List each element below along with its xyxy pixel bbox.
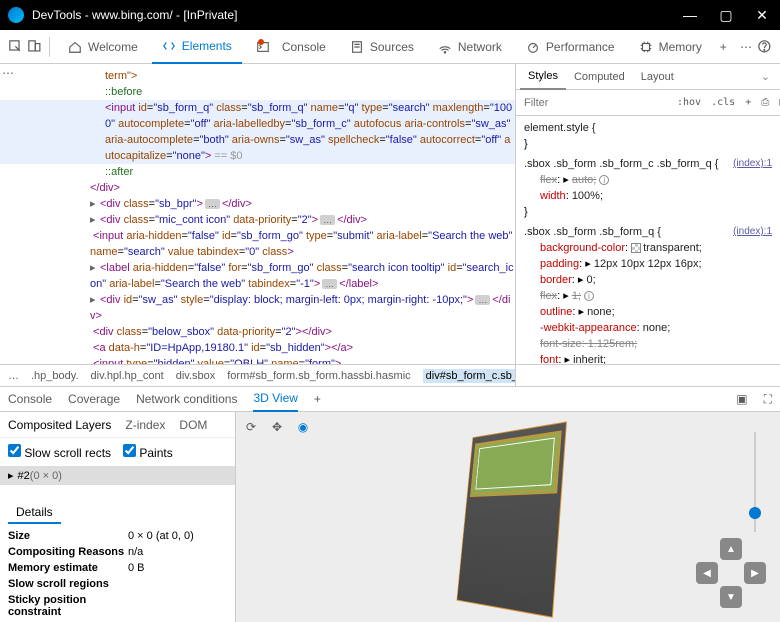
print-icon[interactable]: ⎙ bbox=[758, 95, 772, 110]
layers-panel: Composited Layers Z-index DOM Slow scrol… bbox=[0, 412, 236, 622]
tab-dom[interactable]: DOM bbox=[179, 418, 207, 432]
3d-nav: ▲ ◀ ▶ ▼ bbox=[696, 538, 766, 608]
help-icon[interactable] bbox=[757, 35, 772, 59]
3d-layers bbox=[456, 421, 566, 618]
dom-node[interactable]: ▸<div class="sb_bpr">…</div> bbox=[0, 196, 515, 212]
drawer-tab-console[interactable]: Console bbox=[8, 392, 52, 406]
minimize-button[interactable]: — bbox=[680, 7, 700, 24]
styles-filter-input[interactable] bbox=[520, 95, 670, 111]
tab-elements[interactable]: Elements bbox=[152, 30, 242, 64]
add-drawer-tab-icon[interactable]: + bbox=[314, 392, 321, 406]
tab-sources[interactable]: Sources bbox=[340, 30, 424, 64]
dom-pseudo-before[interactable]: ::before bbox=[0, 84, 515, 100]
cls-button[interactable]: .cls bbox=[708, 95, 738, 110]
dom-node[interactable]: <a data-h="ID=HpApp,19180.1" id="sb_hidd… bbox=[0, 340, 515, 356]
source-link[interactable]: (index):1 bbox=[733, 156, 772, 172]
nav-left-button[interactable]: ◀ bbox=[696, 562, 718, 584]
tab-welcome[interactable]: Welcome bbox=[58, 30, 148, 64]
tab-styles[interactable]: Styles bbox=[520, 64, 566, 90]
titlebar: DevTools - www.bing.com/ - [InPrivate] —… bbox=[0, 0, 780, 30]
dom-node[interactable]: </div> bbox=[0, 180, 515, 196]
add-tab-icon[interactable]: + bbox=[716, 35, 731, 59]
more-icon[interactable]: ⋯ bbox=[739, 35, 754, 59]
nav-down-button[interactable]: ▼ bbox=[720, 586, 742, 608]
new-rule-icon[interactable]: + bbox=[742, 95, 754, 110]
window-title: DevTools - www.bing.com/ - [InPrivate] bbox=[32, 8, 680, 22]
tab-zindex[interactable]: Z-index bbox=[125, 418, 165, 432]
tab-performance[interactable]: Performance bbox=[516, 30, 625, 64]
dom-node[interactable]: <div class="below_sbox" data-priority="2… bbox=[0, 324, 515, 340]
tab-computed[interactable]: Computed bbox=[566, 64, 633, 90]
dom-node[interactable]: term"> bbox=[0, 68, 515, 84]
dom-node[interactable]: <input type="hidden" value="QBLH" name="… bbox=[0, 356, 515, 364]
panel-icon[interactable]: ▣ bbox=[776, 95, 780, 110]
drawer-tab-3dview[interactable]: 3D View bbox=[253, 386, 297, 412]
rotate-icon[interactable]: ◉ bbox=[294, 418, 312, 436]
nav-right-button[interactable]: ▶ bbox=[744, 562, 766, 584]
tab-console[interactable]: Console bbox=[246, 30, 336, 64]
pan-icon[interactable]: ✥ bbox=[268, 418, 286, 436]
check-paints[interactable]: Paints bbox=[123, 444, 173, 460]
maximize-button[interactable]: ▢ bbox=[716, 7, 736, 24]
details-table: Size0 × 0 (at 0, 0) Compositing Reasonsn… bbox=[0, 526, 235, 622]
chevron-down-icon[interactable]: ⌄ bbox=[755, 70, 776, 83]
drawer-tab-coverage[interactable]: Coverage bbox=[68, 392, 120, 406]
3d-viewport[interactable]: ⟳ ✥ ◉ ▲ ◀ ▶ ▼ bbox=[236, 412, 780, 622]
layer-item[interactable]: ▸#2(0 × 0) bbox=[0, 466, 235, 485]
reload-icon[interactable]: ⟳ bbox=[242, 418, 260, 436]
dom-node[interactable]: ▸<div id="sw_as" style="display: block; … bbox=[0, 292, 515, 324]
dom-node[interactable]: <input aria-hidden="false" id="sb_form_g… bbox=[0, 228, 515, 260]
main-toolbar: Welcome Elements Console Sources Network… bbox=[0, 30, 780, 64]
dom-node[interactable]: ▸<div class="mic_cont icon" data-priorit… bbox=[0, 212, 515, 228]
dom-breadcrumb[interactable]: … .hp_body. div.hpl.hp_cont div.sbox for… bbox=[0, 364, 516, 386]
css-rules[interactable]: element.style {} (index):1 .sbox .sb_for… bbox=[516, 116, 780, 364]
dom-pseudo-after[interactable]: ::after bbox=[0, 164, 515, 180]
tab-layout[interactable]: Layout bbox=[633, 64, 682, 90]
check-slow-scroll[interactable]: Slow scroll rects bbox=[8, 444, 111, 460]
edge-icon bbox=[8, 7, 24, 23]
nav-up-button[interactable]: ▲ bbox=[720, 538, 742, 560]
expand-icon[interactable]: ⛶ bbox=[764, 392, 772, 407]
dom-tree[interactable]: term"> ::before <input id="sb_form_q" cl… bbox=[0, 64, 516, 364]
zoom-slider[interactable] bbox=[754, 432, 756, 532]
dom-node-selected[interactable]: <input id="sb_form_q" class="sb_form_q" … bbox=[0, 100, 515, 164]
tab-composited-layers[interactable]: Composited Layers bbox=[8, 418, 111, 432]
hov-button[interactable]: :hov bbox=[674, 95, 704, 110]
source-link[interactable]: (index):1 bbox=[733, 224, 772, 240]
drawer-tab-network[interactable]: Network conditions bbox=[136, 392, 237, 406]
tab-memory[interactable]: Memory bbox=[629, 30, 712, 64]
tab-network[interactable]: Network bbox=[428, 30, 512, 64]
close-button[interactable]: ✕ bbox=[752, 7, 772, 24]
dock-icon[interactable]: ▣ bbox=[736, 392, 747, 406]
dom-node[interactable]: ▸<label aria-hidden="false" for="sb_form… bbox=[0, 260, 515, 292]
details-header: Details bbox=[8, 502, 61, 524]
device-icon[interactable] bbox=[27, 35, 42, 59]
styles-panel: Styles Computed Layout ⌄ :hov .cls + ⎙ ▣… bbox=[516, 64, 780, 364]
drawer-tabs: Console Coverage Network conditions 3D V… bbox=[0, 386, 780, 412]
inspect-icon[interactable] bbox=[8, 35, 23, 59]
